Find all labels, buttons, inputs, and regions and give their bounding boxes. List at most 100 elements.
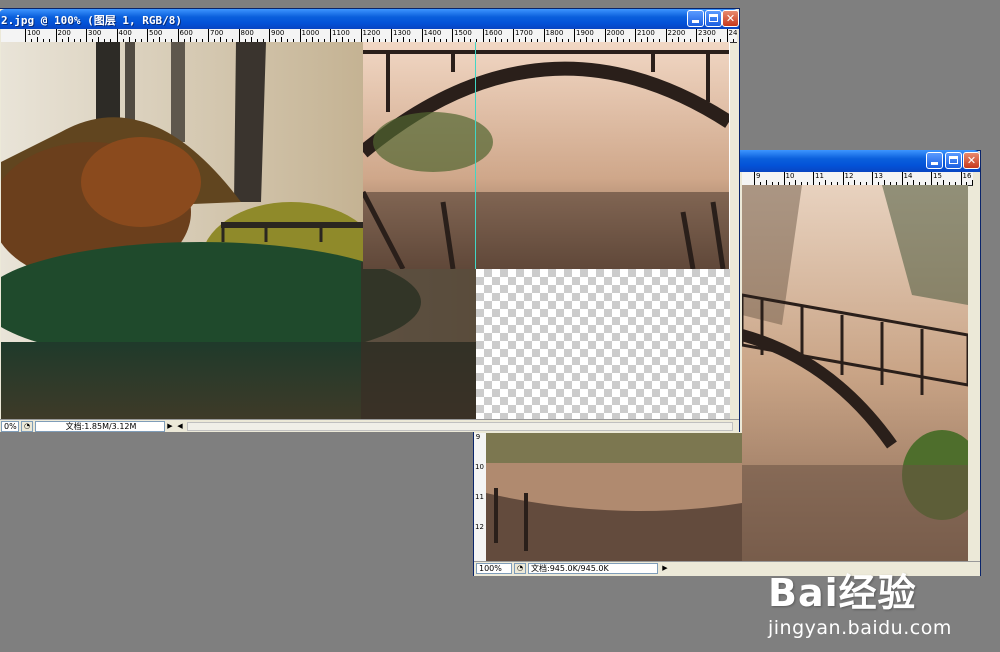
watermark-url: jingyan.baidu.com	[768, 617, 952, 639]
bridge-reflection-photo	[486, 433, 742, 561]
ruler-tick-label: 1400	[423, 29, 442, 37]
watermark-brand: Bai经验	[768, 571, 917, 615]
vertical-ruler-tick-label: 12	[475, 523, 484, 531]
zoom-field[interactable]: 0%	[1, 421, 19, 432]
ruler-tick-label: 1700	[515, 29, 533, 37]
status-menu-arrow-icon[interactable]: ▶	[165, 421, 175, 432]
ruler-tick-label: 400	[118, 29, 132, 37]
ruler-tick	[147, 29, 148, 42]
ruler-tick-label: 300	[88, 29, 102, 37]
ruler-tick	[604, 29, 606, 42]
ruler-tick-label: 1300	[393, 29, 411, 37]
ruler-tick	[208, 29, 209, 42]
ruler-tick-label: 2100	[637, 29, 655, 37]
ruler-tick-label: 200	[57, 29, 71, 37]
ruler-tick-label: 11	[815, 172, 824, 180]
ruler-tick-label: 700	[210, 29, 224, 37]
title-bar[interactable]: 2.jpg @ 100% (图层 1, RGB/8) ✕	[0, 9, 739, 29]
ruler-tick	[269, 29, 270, 42]
close-button[interactable]: ✕	[963, 152, 980, 169]
ruler-tick-label: 13	[874, 172, 883, 180]
ruler-tick	[543, 29, 545, 42]
ruler-tick-label: 2200	[667, 29, 686, 37]
watermark: Bai经验 jingyan.baidu.com	[768, 562, 952, 639]
status-icon[interactable]: ◔	[514, 563, 526, 574]
vertical-ruler-tick-label: 11	[475, 493, 484, 501]
scroll-left-icon[interactable]: ◀	[175, 421, 185, 432]
close-icon: ✕	[725, 12, 736, 25]
image-canvas-lower[interactable]	[486, 433, 742, 561]
close-button[interactable]: ✕	[722, 10, 739, 27]
ruler-tick-label: 1900	[576, 29, 594, 37]
close-icon: ✕	[966, 154, 977, 167]
ruler-tick-label: 1500	[454, 29, 472, 37]
ruler-tick-label: 1200	[362, 29, 381, 37]
ruler-tick-label: 1000	[301, 29, 320, 37]
ruler-tick-label: 2300	[698, 29, 716, 37]
ruler-tick	[813, 172, 814, 185]
minimize-icon	[688, 11, 703, 26]
ruler-tick	[482, 29, 484, 42]
ruler-minor-tick	[732, 39, 734, 42]
ruler-tick-label: 15	[933, 172, 942, 180]
ruler-tick	[86, 29, 87, 42]
ruler-tick	[513, 29, 514, 42]
maximize-icon	[706, 11, 721, 26]
guide-line[interactable]	[475, 42, 476, 269]
status-bar: 0% ◔ 文档:1.85M/3.12M ▶ ◀	[0, 419, 739, 432]
minimize-button[interactable]	[926, 152, 943, 169]
image-canvas[interactable]	[742, 185, 968, 561]
ruler-tick-label: 10	[785, 172, 795, 180]
doc-info: 文档:1.85M/3.12M	[35, 421, 165, 432]
ruler-tick	[842, 172, 844, 185]
ruler-tick	[931, 172, 932, 185]
maximize-button[interactable]	[705, 10, 722, 27]
ruler-tick-label: 16	[962, 172, 972, 180]
bridge-layer	[363, 42, 729, 269]
zoom-field[interactable]: 100%	[476, 563, 512, 574]
status-icon[interactable]: ◔	[21, 421, 33, 432]
ruler-tick	[960, 172, 962, 185]
ruler-tick	[55, 29, 57, 42]
ruler-tick	[238, 29, 240, 42]
horizontal-scrollbar[interactable]	[187, 422, 733, 431]
ruler-tick-label: 14	[903, 172, 913, 180]
ruler-tick-label: 800	[240, 29, 254, 37]
ruler-tick	[901, 172, 903, 185]
ruler-tick-label: 2400	[728, 29, 738, 37]
ruler-tick	[754, 172, 755, 185]
ruler-minor-tick	[972, 180, 973, 185]
ruler-tick	[726, 29, 728, 42]
horizontal-ruler: 100 200 300 400 500 600 700 800 900 1000 1100 1200 1…	[1, 29, 737, 43]
transparent-area	[476, 269, 730, 419]
ruler-tick	[452, 29, 453, 42]
ruler-tick	[574, 29, 575, 42]
ruler-tick-label: 12	[844, 172, 854, 180]
minimize-button[interactable]	[687, 10, 704, 27]
doc-info: 文档:945.0K/945.0K	[528, 563, 658, 574]
window-title: 2.jpg @ 100% (图层 1, RGB/8)	[1, 14, 182, 27]
ruler-tick-label: 1800	[545, 29, 564, 37]
ruler-tick	[25, 29, 26, 42]
maximize-icon	[946, 153, 961, 168]
ruler-tick	[783, 172, 785, 185]
vertical-ruler-tick-label: 10	[475, 463, 484, 471]
ruler-tick	[391, 29, 392, 42]
ruler-tick-label: 500	[149, 29, 163, 37]
ruler-tick-label: 900	[271, 29, 285, 37]
image-canvas[interactable]	[1, 42, 730, 419]
ruler-tick	[116, 29, 118, 42]
document-window-main[interactable]: 2.jpg @ 100% (图层 1, RGB/8) ✕ 100 200 300 40…	[0, 8, 740, 432]
maximize-button[interactable]	[945, 152, 962, 169]
ruler-tick	[421, 29, 423, 42]
minimize-icon	[927, 153, 942, 168]
ruler-tick-label: 2000	[606, 29, 625, 37]
ruler-tick	[872, 172, 873, 185]
horizontal-ruler: 9 10 11 12 13 14 15 16	[742, 172, 973, 186]
ruler-tick-label: 1100	[332, 29, 350, 37]
status-menu-arrow-icon[interactable]: ▶	[660, 563, 670, 574]
ruler-tick-label: 100	[27, 29, 41, 37]
ruler-tick	[360, 29, 362, 42]
ruler-tick-label: 9	[756, 172, 761, 180]
ruler-tick	[635, 29, 636, 42]
